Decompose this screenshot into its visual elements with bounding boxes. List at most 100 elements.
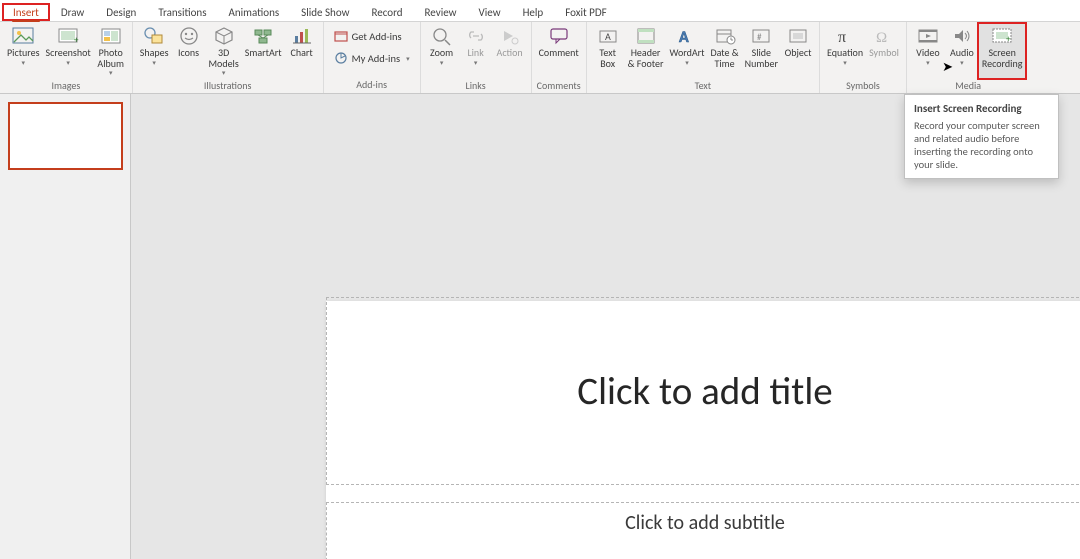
group-images-label: Images — [4, 78, 128, 94]
pictures-button[interactable]: Pictures ▾ — [4, 24, 43, 78]
tab-slide-show[interactable]: Slide Show — [290, 3, 360, 21]
action-button: Action — [493, 24, 527, 78]
object-label: Object — [785, 48, 812, 59]
svg-text:A: A — [679, 28, 689, 46]
tooltip-title: Insert Screen Recording — [914, 102, 1049, 115]
svg-text:+: + — [74, 35, 79, 46]
zoom-label: Zoom — [430, 48, 453, 59]
chart-button[interactable]: Chart — [285, 24, 319, 78]
audio-label: Audio — [950, 48, 974, 59]
subtitle-placeholder[interactable]: Click to add subtitle — [326, 502, 1080, 559]
tab-foxit-pdf[interactable]: Foxit PDF — [554, 3, 617, 21]
slide-thumbnail-1[interactable] — [8, 102, 123, 170]
smartart-button[interactable]: SmartArt — [242, 24, 285, 78]
audio-icon — [951, 25, 973, 47]
get-addins-label: Get Add-ins — [352, 30, 402, 43]
group-text-label: Text — [591, 78, 815, 94]
equation-button[interactable]: π Equation ▾ — [824, 24, 866, 78]
chevron-down-icon: ▾ — [152, 59, 156, 66]
screenshot-button[interactable]: + Screenshot ▾ — [43, 24, 94, 78]
date-time-label: Date & Time — [710, 48, 738, 69]
action-label: Action — [497, 48, 523, 59]
title-placeholder[interactable]: Click to add title — [326, 297, 1080, 485]
object-button[interactable]: Object — [781, 24, 815, 78]
screen-recording-label: Screen Recording — [982, 48, 1023, 69]
svg-text:+: + — [1006, 34, 1011, 45]
shapes-icon — [143, 25, 165, 47]
svg-text:#: # — [757, 32, 762, 43]
chevron-down-icon: ▾ — [222, 69, 226, 76]
link-label: Link — [467, 48, 483, 59]
wordart-button[interactable]: A WordArt ▾ — [666, 24, 707, 78]
tab-view[interactable]: View — [468, 3, 512, 21]
video-label: Video — [916, 48, 939, 59]
screen-recording-icon: + — [991, 25, 1013, 47]
tab-review[interactable]: Review — [414, 3, 468, 21]
tab-transitions[interactable]: Transitions — [147, 3, 217, 21]
chevron-down-icon: ▾ — [109, 69, 113, 76]
video-button[interactable]: Video ▾ — [911, 24, 945, 78]
photo-album-button[interactable]: Photo Album ▾ — [94, 24, 128, 78]
header-footer-icon — [635, 25, 657, 47]
subtitle-placeholder-text: Click to add subtitle — [625, 511, 785, 535]
comment-button[interactable]: Comment — [536, 24, 582, 78]
photo-album-label: Photo Album — [97, 48, 124, 69]
icons-icon — [178, 25, 200, 47]
tooltip-body: Record your computer screen and related … — [914, 119, 1049, 171]
comment-label: Comment — [539, 48, 579, 59]
screen-recording-button[interactable]: + Screen Recording — [979, 24, 1026, 78]
group-comments-label: Comments — [536, 78, 582, 94]
tab-insert[interactable]: Insert — [2, 3, 50, 21]
equation-label: Equation — [827, 48, 863, 59]
photo-album-icon — [100, 25, 122, 47]
tab-design[interactable]: Design — [95, 3, 147, 21]
3d-models-label: 3D Models — [209, 48, 239, 69]
chevron-down-icon: ▾ — [960, 59, 964, 66]
tab-record[interactable]: Record — [360, 3, 413, 21]
chevron-down-icon: ▾ — [66, 59, 70, 66]
group-text: A Text Box Header & Footer A WordArt ▾ — [587, 22, 820, 93]
icons-button[interactable]: Icons — [172, 24, 206, 78]
tab-animations[interactable]: Animations — [218, 3, 291, 21]
mouse-cursor-icon: ➤ — [942, 60, 953, 75]
group-media-label: Media — [911, 78, 1026, 94]
chevron-down-icon: ▾ — [406, 54, 410, 63]
pictures-icon — [12, 25, 34, 47]
chevron-down-icon: ▾ — [440, 59, 444, 66]
slide-thumbnail-pane[interactable] — [0, 94, 131, 559]
group-addins-label: Add-ins — [328, 77, 416, 93]
date-time-button[interactable]: Date & Time — [707, 24, 741, 78]
shapes-button[interactable]: Shapes ▾ — [137, 24, 172, 78]
shapes-label: Shapes — [140, 48, 169, 59]
header-footer-button[interactable]: Header & Footer — [625, 24, 667, 78]
header-footer-label: Header & Footer — [628, 48, 664, 69]
addins-icon — [334, 51, 348, 65]
wordart-label: WordArt — [669, 48, 704, 59]
text-box-button[interactable]: A Text Box — [591, 24, 625, 78]
group-comments: Comment Comments — [532, 22, 587, 93]
chevron-down-icon: ▾ — [474, 59, 478, 66]
pictures-label: Pictures — [7, 48, 40, 59]
svg-text:π: π — [838, 29, 846, 46]
store-icon — [334, 29, 348, 43]
my-addins-button[interactable]: My Add-ins ▾ — [330, 49, 414, 67]
chevron-down-icon: ▾ — [926, 59, 930, 66]
slide-number-button[interactable]: # Slide Number — [742, 24, 781, 78]
group-links: Zoom ▾ Link ▾ Action Links — [421, 22, 532, 93]
symbol-label: Symbol — [869, 48, 899, 59]
wordart-icon: A — [676, 25, 698, 47]
tab-help[interactable]: Help — [512, 3, 555, 21]
get-addins-button[interactable]: Get Add-ins — [330, 27, 414, 45]
chevron-down-icon: ▾ — [843, 59, 847, 66]
equation-icon: π — [834, 25, 856, 47]
date-time-icon — [714, 25, 736, 47]
zoom-button[interactable]: Zoom ▾ — [425, 24, 459, 78]
tab-draw[interactable]: Draw — [50, 3, 95, 21]
smartart-label: SmartArt — [245, 48, 282, 59]
chevron-down-icon: ▾ — [685, 59, 689, 66]
textbox-icon: A — [597, 25, 619, 47]
3d-models-button[interactable]: 3D Models ▾ — [206, 24, 242, 78]
slide-canvas[interactable]: Click to add title Click to add subtitle — [326, 301, 1080, 559]
my-addins-label: My Add-ins — [352, 52, 400, 65]
smartart-icon — [252, 25, 274, 47]
